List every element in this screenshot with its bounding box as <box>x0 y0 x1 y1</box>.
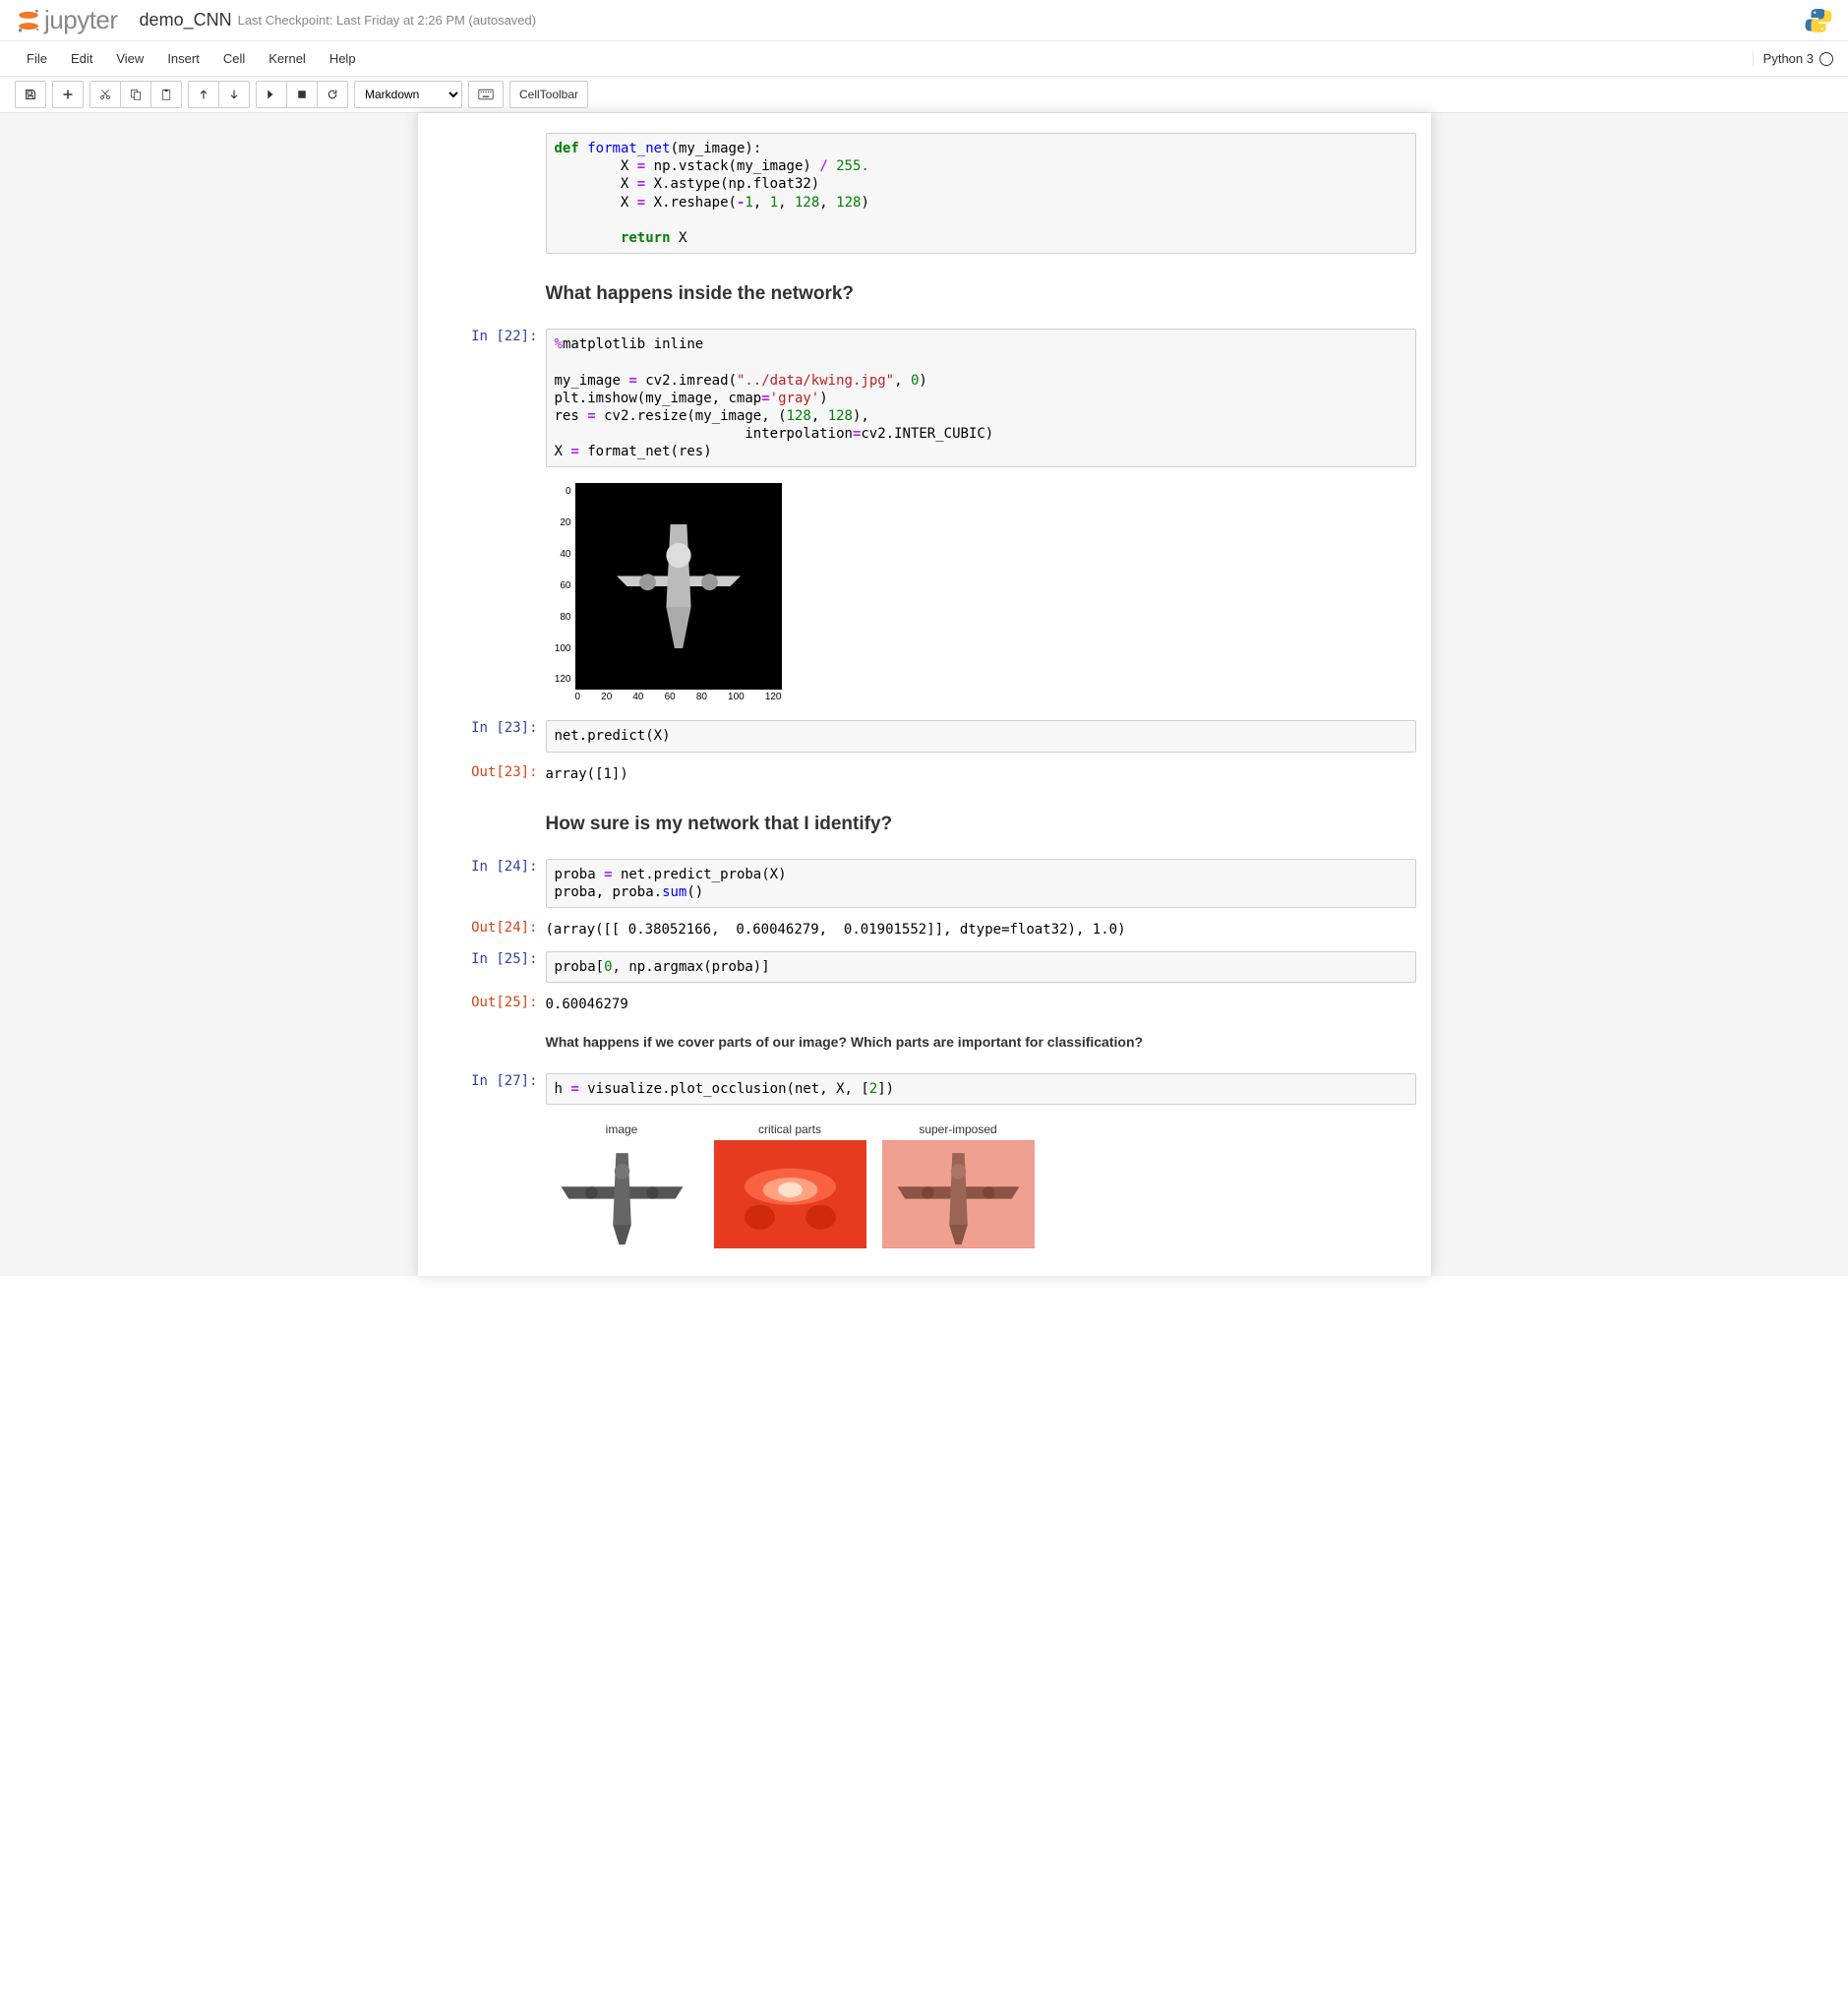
output-image: 0 20 40 60 80 100 120 <box>546 483 782 704</box>
panel-superimposed <box>882 1140 1035 1248</box>
add-cell-button[interactable] <box>52 81 84 108</box>
code-input[interactable]: h = visualize.plot_occlusion(net, X, [2]… <box>546 1073 1416 1105</box>
paste-icon <box>160 89 172 100</box>
prompt-empty <box>433 1021 546 1066</box>
code-cell[interactable]: In [23]: net.predict(X) <box>433 715 1416 757</box>
restart-icon <box>327 89 338 100</box>
prompt-empty <box>433 261 546 322</box>
python-logo-icon <box>1804 6 1833 35</box>
copy-button[interactable] <box>120 81 151 108</box>
step-forward-icon <box>266 89 277 100</box>
panel-title: super-imposed <box>882 1122 1035 1136</box>
menu-insert[interactable]: Insert <box>155 43 211 74</box>
restart-button[interactable] <box>317 81 348 108</box>
input-prompt: In [25]: <box>433 946 546 988</box>
output-prompt: Out[24]: <box>433 915 546 944</box>
input-prompt: In [23]: <box>433 715 546 757</box>
input-prompt: In [27]: <box>433 1068 546 1110</box>
kernel-status-icon <box>1819 52 1833 66</box>
output-cell: Out[24]: (array([[ 0.38052166, 0.6004627… <box>433 915 1416 944</box>
output-text: 0.60046279 <box>546 995 1416 1014</box>
menubar: File Edit View Insert Cell Kernel Help P… <box>0 41 1848 77</box>
code-input[interactable]: net.predict(X) <box>546 720 1416 752</box>
keyboard-icon <box>478 89 494 100</box>
output-area: image critical parts <box>433 1112 1416 1259</box>
code-input[interactable]: proba = net.predict_proba(X) proba, prob… <box>546 859 1416 908</box>
plot-x-axis: 0 20 40 60 80 100 120 <box>575 690 782 704</box>
toolbar: Markdown CellToolbar <box>0 77 1848 113</box>
plot-y-axis: 0 20 40 60 80 100 120 <box>546 483 575 704</box>
checkpoint-status: Last Checkpoint: Last Friday at 2:26 PM … <box>238 13 537 28</box>
menu-file[interactable]: File <box>15 43 59 74</box>
output-prompt: Out[25]: <box>433 990 546 1019</box>
copy-icon <box>130 89 142 100</box>
code-cell[interactable]: In [24]: proba = net.predict_proba(X) pr… <box>433 854 1416 913</box>
command-palette-button[interactable] <box>468 81 504 108</box>
notebook-header: jupyter demo_CNN Last Checkpoint: Last F… <box>0 0 1848 41</box>
run-button[interactable] <box>256 81 287 108</box>
code-cell[interactable]: In [27]: h = visualize.plot_occlusion(ne… <box>433 1068 1416 1110</box>
markdown-cell[interactable]: What happens inside the network? <box>433 261 1416 322</box>
input-prompt: In [22]: <box>433 324 546 472</box>
notebook-container: def format_net(my_image): X = np.vstack(… <box>418 113 1431 1276</box>
menu-cell[interactable]: Cell <box>211 43 257 74</box>
output-cell: Out[23]: array([1]) <box>433 759 1416 789</box>
kernel-indicator: Python 3 <box>1753 51 1833 66</box>
menu-kernel[interactable]: Kernel <box>257 43 318 74</box>
cell-type-select[interactable]: Markdown <box>354 81 462 108</box>
panel-title: image <box>546 1122 698 1136</box>
markdown-text: What happens if we cover parts of our im… <box>546 1034 1416 1050</box>
panel-image <box>546 1140 698 1248</box>
markdown-heading: What happens inside the network? <box>546 283 1416 305</box>
output-text: array([1]) <box>546 764 1416 784</box>
menu-view[interactable]: View <box>104 43 155 74</box>
paste-button[interactable] <box>150 81 182 108</box>
kernel-name[interactable]: Python 3 <box>1763 51 1814 66</box>
panel-title: critical parts <box>714 1122 866 1136</box>
arrow-up-icon <box>198 89 209 100</box>
code-cell[interactable]: In [22]: %matplotlib inline my_image = c… <box>433 324 1416 472</box>
output-cell: Out[25]: 0.60046279 <box>433 990 1416 1019</box>
celltoolbar-button[interactable]: CellToolbar <box>509 81 588 108</box>
plus-icon <box>62 89 74 100</box>
stop-icon <box>296 89 308 100</box>
move-down-button[interactable] <box>218 81 250 108</box>
plot-canvas <box>575 483 782 690</box>
save-icon <box>25 89 36 100</box>
markdown-cell[interactable]: How sure is my network that I identify? <box>433 791 1416 852</box>
jupyter-logo[interactable]: jupyter <box>15 5 118 35</box>
prompt-empty <box>433 474 546 713</box>
cut-button[interactable] <box>89 81 121 108</box>
notebook-name[interactable]: demo_CNN <box>140 10 232 30</box>
interrupt-button[interactable] <box>286 81 318 108</box>
cut-icon <box>99 89 111 100</box>
code-input[interactable]: %matplotlib inline my_image = cv2.imread… <box>546 329 1416 467</box>
input-prompt <box>433 128 546 259</box>
occlusion-output: image critical parts <box>546 1122 1416 1248</box>
output-area: 0 20 40 60 80 100 120 <box>433 474 1416 713</box>
menu-edit[interactable]: Edit <box>59 43 104 74</box>
move-up-button[interactable] <box>188 81 219 108</box>
markdown-cell[interactable]: What happens if we cover parts of our im… <box>433 1021 1416 1066</box>
input-prompt: In [24]: <box>433 854 546 913</box>
jupyter-logo-icon <box>15 7 42 34</box>
code-cell[interactable]: In [25]: proba[0, np.argmax(proba)] <box>433 946 1416 988</box>
code-cell[interactable]: def format_net(my_image): X = np.vstack(… <box>433 128 1416 259</box>
arrow-down-icon <box>228 89 240 100</box>
code-input[interactable]: def format_net(my_image): X = np.vstack(… <box>546 133 1416 254</box>
markdown-heading: How sure is my network that I identify? <box>546 814 1416 835</box>
jupyter-logo-text: jupyter <box>44 5 118 35</box>
panel-heatmap <box>714 1140 866 1248</box>
prompt-empty <box>433 1112 546 1259</box>
menu-help[interactable]: Help <box>318 43 368 74</box>
code-input[interactable]: proba[0, np.argmax(proba)] <box>546 951 1416 983</box>
prompt-empty <box>433 791 546 852</box>
output-prompt: Out[23]: <box>433 759 546 789</box>
save-button[interactable] <box>15 81 46 108</box>
output-text: (array([[ 0.38052166, 0.60046279, 0.0190… <box>546 920 1416 939</box>
